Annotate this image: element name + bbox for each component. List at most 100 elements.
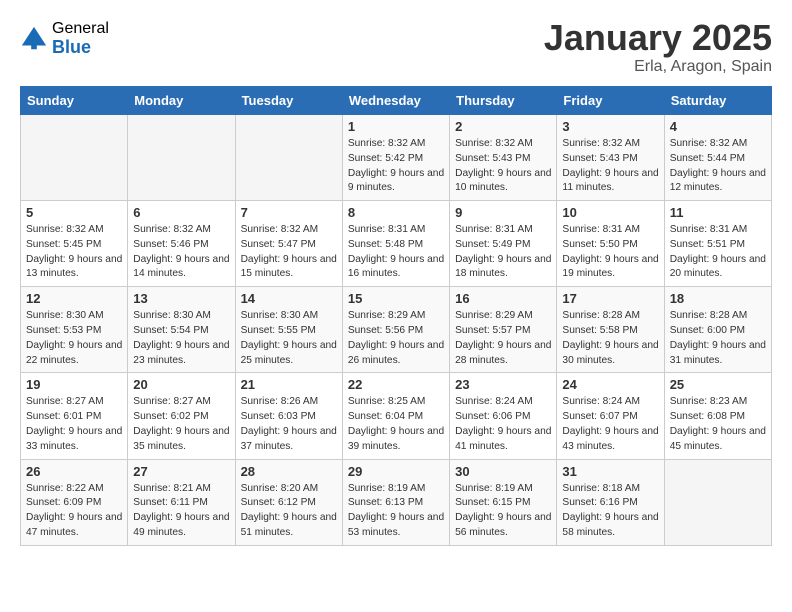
day-cell: 14 Sunrise: 8:30 AMSunset: 5:55 PMDaylig… <box>235 287 342 373</box>
title-block: January 2025 Erla, Aragon, Spain <box>544 20 772 76</box>
day-number: 25 <box>670 377 766 392</box>
header-friday: Friday <box>557 87 664 115</box>
day-cell: 25 Sunrise: 8:23 AMSunset: 6:08 PMDaylig… <box>664 373 771 459</box>
day-number: 22 <box>348 377 444 392</box>
day-number: 3 <box>562 119 658 134</box>
logo-general: General <box>52 20 109 38</box>
day-info: Sunrise: 8:18 AMSunset: 6:16 PMDaylight:… <box>562 482 658 541</box>
day-cell: 30 Sunrise: 8:19 AMSunset: 6:15 PMDaylig… <box>450 459 557 545</box>
day-cell: 27 Sunrise: 8:21 AMSunset: 6:11 PMDaylig… <box>128 459 235 545</box>
day-info: Sunrise: 8:27 AMSunset: 6:02 PMDaylight:… <box>133 395 229 454</box>
day-number: 13 <box>133 291 229 306</box>
logo: General Blue <box>20 20 109 57</box>
day-info: Sunrise: 8:24 AMSunset: 6:07 PMDaylight:… <box>562 395 658 454</box>
day-cell <box>21 115 128 201</box>
day-cell: 10 Sunrise: 8:31 AMSunset: 5:50 PMDaylig… <box>557 201 664 287</box>
logo-blue: Blue <box>52 38 109 58</box>
day-number: 21 <box>241 377 337 392</box>
day-number: 23 <box>455 377 551 392</box>
day-info: Sunrise: 8:32 AMSunset: 5:46 PMDaylight:… <box>133 223 229 282</box>
day-info: Sunrise: 8:21 AMSunset: 6:11 PMDaylight:… <box>133 482 229 541</box>
day-info: Sunrise: 8:28 AMSunset: 6:00 PMDaylight:… <box>670 309 766 368</box>
day-cell: 2 Sunrise: 8:32 AMSunset: 5:43 PMDayligh… <box>450 115 557 201</box>
day-number: 14 <box>241 291 337 306</box>
day-info: Sunrise: 8:32 AMSunset: 5:43 PMDaylight:… <box>562 137 658 196</box>
day-number: 30 <box>455 464 551 479</box>
day-cell: 23 Sunrise: 8:24 AMSunset: 6:06 PMDaylig… <box>450 373 557 459</box>
day-info: Sunrise: 8:25 AMSunset: 6:04 PMDaylight:… <box>348 395 444 454</box>
header-tuesday: Tuesday <box>235 87 342 115</box>
day-info: Sunrise: 8:28 AMSunset: 5:58 PMDaylight:… <box>562 309 658 368</box>
header-thursday: Thursday <box>450 87 557 115</box>
header-wednesday: Wednesday <box>342 87 449 115</box>
day-number: 1 <box>348 119 444 134</box>
day-number: 27 <box>133 464 229 479</box>
day-info: Sunrise: 8:26 AMSunset: 6:03 PMDaylight:… <box>241 395 337 454</box>
day-info: Sunrise: 8:32 AMSunset: 5:44 PMDaylight:… <box>670 137 766 196</box>
day-info: Sunrise: 8:31 AMSunset: 5:48 PMDaylight:… <box>348 223 444 282</box>
day-number: 16 <box>455 291 551 306</box>
day-cell: 5 Sunrise: 8:32 AMSunset: 5:45 PMDayligh… <box>21 201 128 287</box>
day-cell: 1 Sunrise: 8:32 AMSunset: 5:42 PMDayligh… <box>342 115 449 201</box>
day-info: Sunrise: 8:19 AMSunset: 6:15 PMDaylight:… <box>455 482 551 541</box>
day-info: Sunrise: 8:31 AMSunset: 5:50 PMDaylight:… <box>562 223 658 282</box>
day-cell: 22 Sunrise: 8:25 AMSunset: 6:04 PMDaylig… <box>342 373 449 459</box>
day-info: Sunrise: 8:19 AMSunset: 6:13 PMDaylight:… <box>348 482 444 541</box>
day-cell: 7 Sunrise: 8:32 AMSunset: 5:47 PMDayligh… <box>235 201 342 287</box>
header-row: SundayMondayTuesdayWednesdayThursdayFrid… <box>21 87 772 115</box>
day-number: 2 <box>455 119 551 134</box>
header-monday: Monday <box>128 87 235 115</box>
calendar-table: SundayMondayTuesdayWednesdayThursdayFrid… <box>20 86 772 546</box>
day-cell: 20 Sunrise: 8:27 AMSunset: 6:02 PMDaylig… <box>128 373 235 459</box>
day-cell: 4 Sunrise: 8:32 AMSunset: 5:44 PMDayligh… <box>664 115 771 201</box>
logo-text: General Blue <box>52 20 109 57</box>
day-number: 6 <box>133 205 229 220</box>
day-cell: 13 Sunrise: 8:30 AMSunset: 5:54 PMDaylig… <box>128 287 235 373</box>
day-cell: 6 Sunrise: 8:32 AMSunset: 5:46 PMDayligh… <box>128 201 235 287</box>
day-cell: 16 Sunrise: 8:29 AMSunset: 5:57 PMDaylig… <box>450 287 557 373</box>
day-info: Sunrise: 8:31 AMSunset: 5:51 PMDaylight:… <box>670 223 766 282</box>
day-cell: 3 Sunrise: 8:32 AMSunset: 5:43 PMDayligh… <box>557 115 664 201</box>
day-cell: 21 Sunrise: 8:26 AMSunset: 6:03 PMDaylig… <box>235 373 342 459</box>
day-number: 20 <box>133 377 229 392</box>
week-row-1: 5 Sunrise: 8:32 AMSunset: 5:45 PMDayligh… <box>21 201 772 287</box>
week-row-2: 12 Sunrise: 8:30 AMSunset: 5:53 PMDaylig… <box>21 287 772 373</box>
day-cell: 15 Sunrise: 8:29 AMSunset: 5:56 PMDaylig… <box>342 287 449 373</box>
day-number: 24 <box>562 377 658 392</box>
day-info: Sunrise: 8:27 AMSunset: 6:01 PMDaylight:… <box>26 395 122 454</box>
day-number: 4 <box>670 119 766 134</box>
day-number: 7 <box>241 205 337 220</box>
page-header: General Blue January 2025 Erla, Aragon, … <box>20 20 772 76</box>
day-cell <box>128 115 235 201</box>
day-cell <box>664 459 771 545</box>
day-cell: 17 Sunrise: 8:28 AMSunset: 5:58 PMDaylig… <box>557 287 664 373</box>
day-number: 11 <box>670 205 766 220</box>
day-info: Sunrise: 8:29 AMSunset: 5:56 PMDaylight:… <box>348 309 444 368</box>
day-cell: 26 Sunrise: 8:22 AMSunset: 6:09 PMDaylig… <box>21 459 128 545</box>
day-number: 8 <box>348 205 444 220</box>
day-info: Sunrise: 8:31 AMSunset: 5:49 PMDaylight:… <box>455 223 551 282</box>
day-info: Sunrise: 8:30 AMSunset: 5:54 PMDaylight:… <box>133 309 229 368</box>
day-cell <box>235 115 342 201</box>
day-cell: 18 Sunrise: 8:28 AMSunset: 6:00 PMDaylig… <box>664 287 771 373</box>
header-sunday: Sunday <box>21 87 128 115</box>
day-cell: 24 Sunrise: 8:24 AMSunset: 6:07 PMDaylig… <box>557 373 664 459</box>
day-cell: 19 Sunrise: 8:27 AMSunset: 6:01 PMDaylig… <box>21 373 128 459</box>
day-number: 29 <box>348 464 444 479</box>
day-number: 12 <box>26 291 122 306</box>
month-title: January 2025 <box>544 20 772 56</box>
day-number: 26 <box>26 464 122 479</box>
day-cell: 12 Sunrise: 8:30 AMSunset: 5:53 PMDaylig… <box>21 287 128 373</box>
day-info: Sunrise: 8:23 AMSunset: 6:08 PMDaylight:… <box>670 395 766 454</box>
day-info: Sunrise: 8:30 AMSunset: 5:55 PMDaylight:… <box>241 309 337 368</box>
day-info: Sunrise: 8:32 AMSunset: 5:47 PMDaylight:… <box>241 223 337 282</box>
day-info: Sunrise: 8:24 AMSunset: 6:06 PMDaylight:… <box>455 395 551 454</box>
day-info: Sunrise: 8:32 AMSunset: 5:43 PMDaylight:… <box>455 137 551 196</box>
day-info: Sunrise: 8:22 AMSunset: 6:09 PMDaylight:… <box>26 482 122 541</box>
day-info: Sunrise: 8:29 AMSunset: 5:57 PMDaylight:… <box>455 309 551 368</box>
day-info: Sunrise: 8:32 AMSunset: 5:42 PMDaylight:… <box>348 137 444 196</box>
day-cell: 28 Sunrise: 8:20 AMSunset: 6:12 PMDaylig… <box>235 459 342 545</box>
day-number: 10 <box>562 205 658 220</box>
day-cell: 11 Sunrise: 8:31 AMSunset: 5:51 PMDaylig… <box>664 201 771 287</box>
day-number: 5 <box>26 205 122 220</box>
